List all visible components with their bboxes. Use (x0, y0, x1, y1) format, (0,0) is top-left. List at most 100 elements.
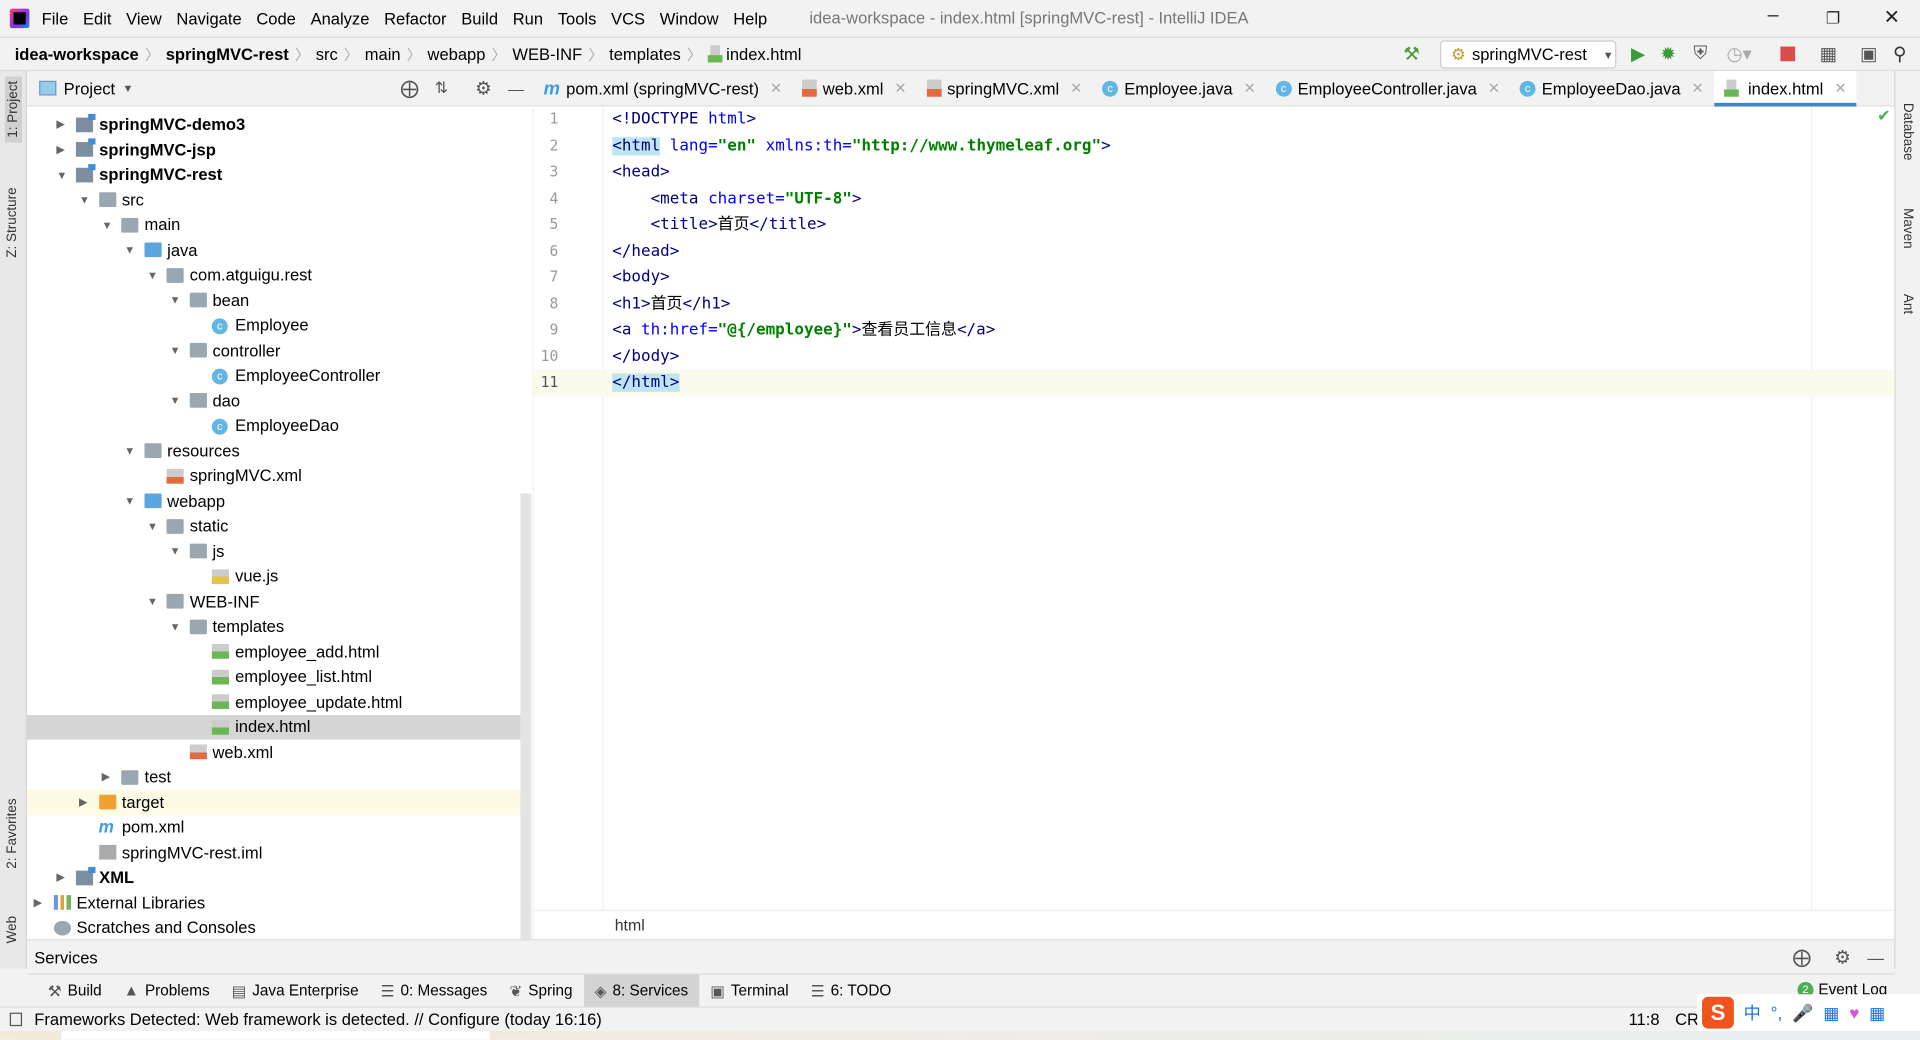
breadcrumb-item[interactable]: index.html (707, 45, 801, 63)
minimize-button[interactable]: – (1755, 5, 1792, 27)
code-line[interactable]: </body> (612, 343, 679, 369)
debug-icon[interactable]: ✹ (1660, 43, 1675, 65)
favorites-tool-button[interactable]: 2: Favorites (5, 798, 20, 868)
tree-item[interactable]: c EmployeeDao (27, 413, 520, 438)
expanded-arrow-icon[interactable]: ▼ (147, 520, 159, 532)
close-tab-icon[interactable]: ✕ (894, 80, 906, 97)
menu-run[interactable]: Run (513, 9, 543, 27)
restore-button[interactable]: ❐ (1815, 9, 1852, 29)
tree-item[interactable]: c Employee (27, 313, 520, 338)
tool-window-messages[interactable]: ☰ 0: Messages (370, 975, 499, 1007)
code-line[interactable]: <a th:href="@{/employee}">查看员工信息</a> (612, 317, 995, 343)
expanded-arrow-icon[interactable]: ▼ (147, 269, 159, 281)
tree-item[interactable]: ▼ dao (27, 388, 520, 413)
toolbox-icon[interactable]: ▦ (1869, 1002, 1885, 1023)
expanded-arrow-icon[interactable]: ▼ (170, 294, 182, 306)
tree-item[interactable]: ▶ target (26, 789, 521, 815)
close-tab-icon[interactable]: ✕ (1692, 80, 1704, 97)
tree-item[interactable]: employee_list.html (27, 664, 520, 689)
code-line[interactable]: <h1>首页</h1> (612, 291, 730, 317)
menu-tools[interactable]: Tools (558, 9, 597, 27)
status-toggle-icon[interactable] (9, 1012, 23, 1027)
tree-item[interactable]: ▶ External Libraries (27, 890, 520, 915)
tree-item[interactable]: employee_update.html (27, 689, 520, 714)
breadcrumb-item[interactable]: src (316, 45, 338, 63)
hide-icon[interactable]: — (1867, 940, 1884, 976)
breadcrumb-item[interactable]: WEB-INF (512, 45, 582, 63)
editor-breadcrumb[interactable]: html (533, 909, 1895, 940)
collapsed-arrow-icon[interactable]: ▶ (56, 118, 68, 131)
code-line[interactable]: </head> (612, 238, 679, 264)
expanded-arrow-icon[interactable]: ▼ (79, 194, 91, 206)
project-tool-button[interactable]: 1: Project (4, 75, 23, 143)
menu-analyze[interactable]: Analyze (311, 9, 370, 27)
code-line[interactable]: <title>首页</title> (612, 212, 827, 238)
code-line[interactable]: <!DOCTYPE html> (612, 107, 756, 133)
collapsed-arrow-icon[interactable]: ▶ (56, 143, 68, 156)
editor-tab[interactable]: index.html ✕ (1713, 71, 1857, 107)
hide-icon[interactable]: — (508, 79, 524, 97)
editor-tab[interactable]: m pom.xml (springMVC-rest) ✕ (534, 71, 792, 105)
code-line[interactable]: <head> (612, 159, 670, 185)
tree-item[interactable]: ▼ static (27, 514, 520, 539)
tool-window-services[interactable]: ◈ 8: Services (583, 974, 700, 1007)
tool-window-warning[interactable]: ▲ Problems (113, 975, 221, 1007)
profile-icon[interactable]: ◷▾ (1727, 43, 1752, 65)
menu-view[interactable]: View (126, 9, 162, 27)
tool-window-hammer[interactable]: ⚒ Build (37, 975, 113, 1007)
expanded-arrow-icon[interactable]: ▼ (102, 219, 114, 231)
close-tab-icon[interactable]: ✕ (770, 80, 782, 97)
locate-icon[interactable]: ⨁ (400, 77, 418, 99)
gear-icon[interactable]: ⚙ (475, 77, 491, 99)
code-line[interactable]: <body> (612, 264, 670, 290)
editor-tab[interactable]: c EmployeeDao.java ✕ (1510, 71, 1714, 105)
expanded-arrow-icon[interactable]: ▼ (170, 545, 182, 557)
coverage-icon[interactable]: ⛨ (1693, 43, 1707, 64)
tree-item[interactable]: ▼ java (27, 238, 520, 263)
expanded-arrow-icon[interactable]: ▼ (170, 395, 182, 407)
tree-item[interactable]: m pom.xml (27, 815, 520, 840)
editor-tab[interactable]: c EmployeeController.java ✕ (1266, 71, 1510, 105)
editor-tab[interactable]: web.xml ✕ (792, 71, 916, 105)
run-configuration-select[interactable]: ⚙ springMVC-rest ▼ (1440, 40, 1617, 69)
close-window-button[interactable]: ✕ (1873, 5, 1910, 29)
menu-build[interactable]: Build (461, 9, 498, 27)
code-line[interactable]: </html> (612, 370, 679, 396)
microphone-icon[interactable]: 🎤 (1792, 1002, 1813, 1023)
tool-window-spring[interactable]: ❦ Spring (498, 975, 583, 1007)
menu-vcs[interactable]: VCS (611, 9, 645, 27)
collapsed-arrow-icon[interactable]: ▶ (79, 796, 91, 809)
punctuation-icon[interactable]: °, (1771, 1003, 1783, 1023)
code-line[interactable]: <meta charset="UTF-8"> (612, 186, 862, 212)
search-icon[interactable]: ⚲ (1893, 43, 1906, 65)
status-message[interactable]: Frameworks Detected: Web framework is de… (34, 1010, 601, 1028)
code-line[interactable]: <html lang="en" xmlns:th="http://www.thy… (612, 133, 1111, 159)
tree-item[interactable]: ▼ springMVC-rest (27, 162, 520, 187)
menu-file[interactable]: File (42, 9, 69, 27)
project-view-select[interactable]: Project (64, 79, 115, 97)
close-tab-icon[interactable]: ✕ (1488, 80, 1500, 97)
database-tool-button[interactable]: Database (1900, 103, 1915, 161)
tree-item[interactable]: index.html (26, 714, 521, 740)
add-service-icon[interactable]: ⨁ (1793, 940, 1811, 976)
menu-code[interactable]: Code (256, 9, 296, 27)
tree-item[interactable]: ▼ main (27, 212, 520, 237)
keyboard-icon[interactable]: ▦ (1823, 1002, 1839, 1023)
tree-item[interactable]: ▼ resources (27, 438, 520, 463)
tree-item[interactable]: ▼ controller (27, 338, 520, 363)
tree-item[interactable]: Scratches and Consoles (27, 915, 520, 939)
expanded-arrow-icon[interactable]: ▼ (147, 595, 159, 607)
expanded-arrow-icon[interactable]: ▼ (124, 445, 136, 457)
maven-tool-button[interactable]: Maven (1900, 208, 1915, 248)
code-editor[interactable]: ✔ <!DOCTYPE html> <html lang="en" xmlns:t… (603, 106, 1895, 910)
tree-item[interactable]: ▼ WEB-INF (27, 589, 520, 614)
caret-position[interactable]: 11:8 (1629, 1010, 1660, 1028)
tool-window-jee[interactable]: ▤ Java Enterprise (221, 975, 370, 1007)
collapsed-arrow-icon[interactable]: ▶ (56, 871, 68, 884)
tree-item[interactable]: ▼ webapp (27, 489, 520, 514)
expanded-arrow-icon[interactable]: ▼ (170, 621, 182, 633)
tool-window-todo[interactable]: ☰ 6: TODO (800, 975, 903, 1007)
skin-icon[interactable]: ♥ (1849, 1003, 1859, 1023)
editor-tab[interactable]: c Employee.java ✕ (1092, 71, 1265, 105)
tree-item[interactable]: ▼ src (27, 187, 520, 212)
